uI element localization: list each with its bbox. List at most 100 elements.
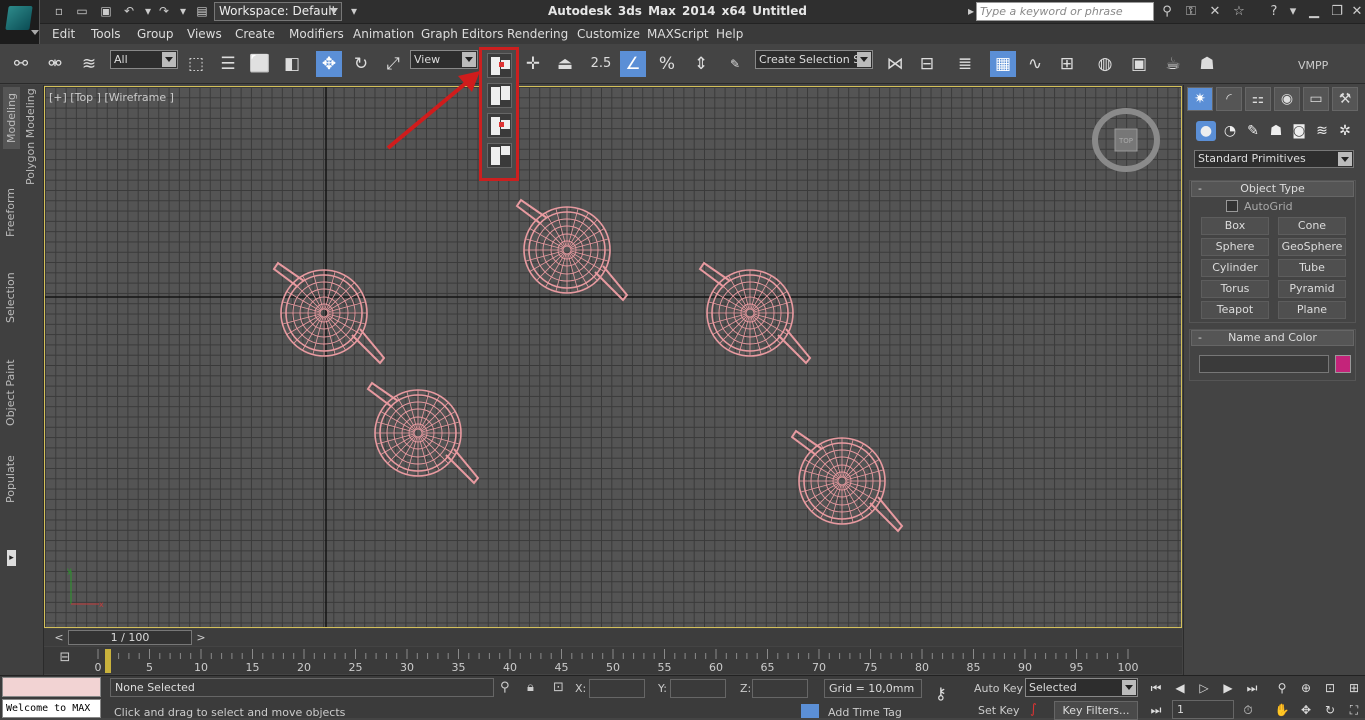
ribbon-tab-object-paint[interactable]: Object Paint	[4, 359, 17, 426]
menu-graph-editors[interactable]: Graph Editors	[421, 27, 503, 41]
use-pivot-point-center-icon[interactable]	[487, 53, 512, 78]
next-frame-icon[interactable]: ▶	[1218, 679, 1238, 698]
play-animation-icon[interactable]: ▷	[1194, 679, 1214, 698]
teapot-button[interactable]: Teapot	[1201, 301, 1269, 319]
zoom-icon[interactable]: ⚲	[1272, 679, 1292, 698]
ribbon-tab-populate[interactable]: Populate	[4, 455, 17, 503]
maxscript-listener-pink[interactable]	[2, 677, 101, 697]
restore-icon[interactable]: ❐	[1327, 2, 1347, 21]
select-manipulate-icon[interactable]: ✛	[520, 51, 546, 77]
edit-named-selection-icon[interactable]: ✎	[722, 51, 748, 77]
current-frame-field[interactable]: 1	[1172, 700, 1234, 719]
teapot-wireframe[interactable]	[790, 429, 904, 533]
selection-lock-icon[interactable]: 🔒︎	[527, 680, 534, 695]
prev-frame-arrow-icon[interactable]: <	[52, 630, 66, 645]
object-color-swatch[interactable]	[1335, 355, 1351, 373]
add-time-tag[interactable]: Add Time Tag	[828, 706, 902, 719]
align-icon[interactable]: ⊟	[914, 51, 940, 77]
motion-tab-icon[interactable]: ◉	[1274, 87, 1300, 111]
set-key-mode-icon[interactable]: ⚷	[935, 684, 947, 703]
lights-category-icon[interactable]: ✎	[1243, 121, 1263, 141]
menu-views[interactable]: Views	[187, 27, 222, 41]
hierarchy-tab-icon[interactable]: ⚏	[1245, 87, 1271, 111]
ribbon-collapse-icon[interactable]: ▸	[7, 550, 16, 566]
ribbon-tab-selection[interactable]: Selection	[4, 272, 17, 323]
geosphere-button[interactable]: GeoSphere	[1278, 238, 1346, 256]
top-viewport[interactable]: y x [+] [Top ] [Wireframe ]	[44, 86, 1182, 628]
systems-category-icon[interactable]: ✲	[1335, 121, 1355, 141]
vmpp-button[interactable]: VMPP	[1298, 59, 1328, 72]
keyboard-shortcut-override-icon[interactable]: ⏏	[552, 51, 578, 77]
menu-edit[interactable]: Edit	[52, 27, 75, 41]
pan-view-icon[interactable]: ✥	[1296, 701, 1316, 720]
layer-manager-icon[interactable]: ≣	[952, 51, 978, 77]
project-folder-icon[interactable]: ▤	[193, 3, 211, 20]
object-category-dropdown[interactable]: Standard Primitives	[1194, 150, 1354, 168]
object-name-input[interactable]	[1199, 355, 1329, 373]
spinner-snap-icon[interactable]: ⇕	[688, 51, 714, 77]
current-frame-marker[interactable]	[105, 649, 111, 673]
maximize-viewport-icon[interactable]: ⛶	[1344, 701, 1364, 720]
curve-editor-icon[interactable]: ∿	[1022, 51, 1048, 77]
bind-to-space-warp-icon[interactable]: ≋	[76, 51, 102, 77]
orbit-icon[interactable]: ↻	[1320, 701, 1340, 720]
teapot-wireframe[interactable]	[515, 198, 629, 302]
undo-icon[interactable]: ↶	[120, 3, 138, 20]
save-file-icon[interactable]: ▣	[97, 3, 115, 20]
schematic-view-icon[interactable]: ⊞	[1054, 51, 1080, 77]
quick-access-customize-icon[interactable]: ▾	[345, 3, 363, 20]
window-crossing-icon[interactable]: ◧	[279, 51, 305, 77]
go-to-end-icon[interactable]: ⏭	[1242, 679, 1262, 698]
box-button[interactable]: Box	[1201, 217, 1269, 235]
material-editor-icon[interactable]: ◍	[1092, 51, 1118, 77]
ribbon-tab-freeform[interactable]: Freeform	[4, 188, 17, 237]
render-setup-icon[interactable]: ▣	[1126, 51, 1152, 77]
name-and-color-header[interactable]: - Name and Color	[1191, 330, 1354, 346]
x-coord-field[interactable]	[589, 679, 645, 698]
autogrid-checkbox[interactable]	[1226, 200, 1238, 212]
open-file-icon[interactable]: ▭	[73, 3, 91, 20]
ribbon-tab-modeling[interactable]: Modeling	[3, 86, 20, 149]
key-mode-toggle-icon[interactable]: ⏭	[1146, 701, 1166, 720]
maxscript-listener-white[interactable]: Welcome to MAX	[2, 699, 101, 718]
object-type-header[interactable]: - Object Type	[1191, 181, 1354, 197]
rendered-frame-window-icon[interactable]: ☕	[1160, 51, 1186, 77]
menu-modifiers[interactable]: Modifiers	[289, 27, 344, 41]
unlink-selection-icon[interactable]: ⚮	[42, 51, 68, 77]
teapot-wireframe[interactable]	[698, 261, 812, 365]
zoom-extents-icon[interactable]: ⊡	[1320, 679, 1340, 698]
app-menu-button[interactable]	[0, 0, 40, 44]
snaps-toggle-icon[interactable]: 2.5	[588, 51, 614, 77]
redo-icon[interactable]: ↷	[155, 3, 173, 20]
cylinder-button[interactable]: Cylinder	[1201, 259, 1269, 277]
time-configuration-icon[interactable]: ⏱	[1238, 701, 1258, 720]
menu-animation[interactable]: Animation	[353, 27, 414, 41]
select-and-rotate-icon[interactable]: ↻	[348, 51, 374, 77]
timeline-ruler[interactable]: 0 5 10 15 20 25 30 35 40 45 50 55 60 65 70 75 80 85 90 95 10…	[44, 647, 1182, 674]
modify-tab-icon[interactable]: ◜	[1216, 87, 1242, 111]
utilities-tab-icon[interactable]: ⚒	[1332, 87, 1358, 111]
key-mode-dropdown[interactable]: Selected	[1025, 678, 1138, 697]
rectangular-selection-icon[interactable]: ⬜	[247, 51, 273, 77]
menu-customize[interactable]: Customize	[577, 27, 640, 41]
viewcube[interactable]: TOP	[1091, 108, 1161, 172]
go-to-start-icon[interactable]: ⏮	[1146, 679, 1166, 698]
render-production-icon[interactable]: ☗	[1194, 51, 1220, 77]
default-in-out-tangent-icon[interactable]: ∫	[1030, 702, 1037, 717]
menu-help[interactable]: Help	[716, 27, 743, 41]
communication-center-icon[interactable]: ✕	[1205, 2, 1225, 21]
set-key-button[interactable]: Set Key	[978, 704, 1020, 717]
time-slider[interactable]: 1 / 100	[68, 630, 192, 645]
y-coord-field[interactable]	[670, 679, 726, 698]
plane-button[interactable]: Plane	[1278, 301, 1346, 319]
menu-create[interactable]: Create	[235, 27, 275, 41]
favorites-star-icon[interactable]: ☆	[1229, 2, 1249, 21]
named-selection-sets-dropdown[interactable]: Create Selection Se	[755, 50, 873, 69]
menu-rendering[interactable]: Rendering	[507, 27, 568, 41]
new-file-icon[interactable]: ▫	[50, 3, 68, 20]
cone-button[interactable]: Cone	[1278, 217, 1346, 235]
use-transform-center-icon[interactable]	[487, 113, 512, 138]
help-icon[interactable]: ?	[1264, 2, 1284, 21]
cameras-category-icon[interactable]: ☗	[1266, 121, 1286, 141]
teapot-wireframe[interactable]	[272, 261, 386, 365]
